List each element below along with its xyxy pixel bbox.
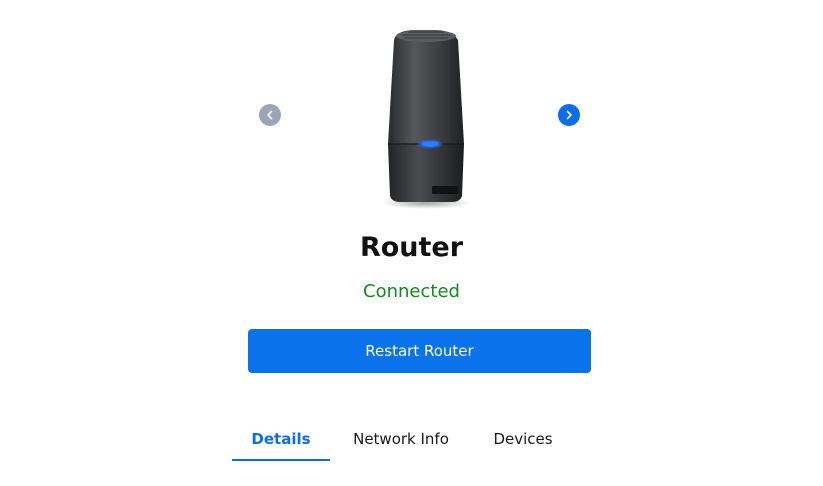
chevron-left-icon — [267, 110, 273, 120]
restart-router-button[interactable]: Restart Router — [248, 329, 591, 373]
carousel-next-button[interactable] — [558, 104, 580, 126]
carousel-prev-button[interactable] — [259, 104, 281, 126]
tab-bar: Details Network Info Devices — [232, 418, 574, 462]
tab-devices[interactable]: Devices — [472, 418, 574, 460]
connection-status: Connected — [363, 281, 460, 302]
chevron-right-icon — [566, 110, 572, 120]
device-name: Router — [359, 232, 464, 263]
router-image — [382, 30, 470, 209]
tab-network-info[interactable]: Network Info — [330, 418, 472, 460]
tab-details[interactable]: Details — [232, 418, 330, 461]
